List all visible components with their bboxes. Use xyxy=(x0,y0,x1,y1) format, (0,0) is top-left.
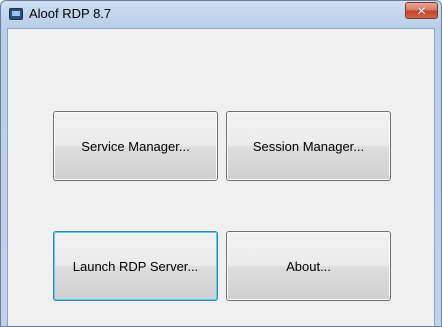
app-window: Aloof RDP 8.7 ✕ Service Manager... Sessi… xyxy=(0,0,442,327)
close-icon: ✕ xyxy=(416,3,427,18)
title-bar[interactable]: Aloof RDP 8.7 ✕ xyxy=(1,1,441,28)
service-manager-button[interactable]: Service Manager... xyxy=(53,111,218,181)
client-area: Service Manager... Session Manager... La… xyxy=(7,28,435,326)
close-button[interactable]: ✕ xyxy=(405,2,438,19)
window-title: Aloof RDP 8.7 xyxy=(29,6,112,21)
session-manager-button[interactable]: Session Manager... xyxy=(226,111,391,181)
about-button[interactable]: About... xyxy=(226,231,391,301)
launch-rdp-server-button[interactable]: Launch RDP Server... xyxy=(53,231,218,301)
app-icon xyxy=(9,8,23,20)
